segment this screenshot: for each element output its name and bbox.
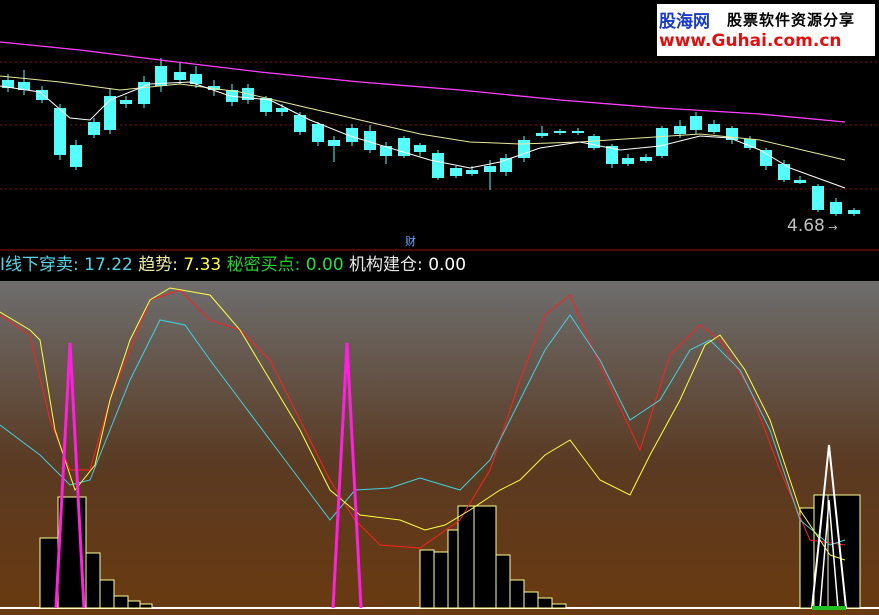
histogram-bar — [457, 505, 475, 609]
candle-body-down — [138, 82, 150, 104]
candle-body-down — [572, 131, 584, 133]
histogram-bar — [473, 505, 497, 609]
candle-body-down — [414, 145, 426, 152]
indicator-label-sell: I线下穿卖: — [0, 255, 85, 275]
stock-chart-window: 股海网 股票软件资源分享 www.Guhai.com.cn 4.68 → 财 I… — [0, 0, 879, 615]
candle-body-down — [450, 168, 462, 176]
histogram-bar — [551, 603, 567, 609]
candle-body-down — [622, 158, 634, 164]
candle-body-down — [104, 96, 116, 130]
histogram-bar — [799, 507, 815, 609]
watermark-brand: 股海网 — [659, 12, 710, 32]
candle-body-down — [794, 180, 806, 183]
histogram-bar — [495, 554, 511, 609]
candle-body-down — [812, 186, 824, 210]
ma-fast-line — [0, 81, 846, 189]
indicator-value-sell: 17.22 — [84, 255, 133, 275]
histogram-bar — [419, 549, 435, 609]
last-price-label: 4.68 → — [787, 216, 838, 236]
histogram-bar — [139, 603, 153, 609]
moving-averages — [0, 41, 846, 189]
candle-body-down — [466, 170, 478, 174]
candle-body-down — [120, 100, 132, 104]
candle-body-down — [830, 202, 842, 214]
candle-body-down — [848, 210, 860, 214]
candle-body-down — [744, 139, 756, 148]
candle-body-down — [640, 157, 652, 161]
candle-body-down — [380, 146, 392, 156]
histogram-bar — [447, 529, 459, 609]
histogram-bar — [509, 579, 525, 609]
candle-body-down — [674, 126, 686, 134]
candle-body-down — [54, 108, 66, 155]
indicator-label-buy-point: 秘密买点: — [226, 255, 306, 275]
histogram-bar — [99, 579, 115, 609]
indicator-value-trend: 7.33 — [183, 255, 222, 275]
histogram-bar — [113, 595, 129, 609]
candle-body-down — [174, 72, 186, 80]
candle-body-down — [312, 124, 324, 142]
finance-marker-icon[interactable]: 财 — [405, 233, 416, 249]
watermark-tagline: 股票软件资源分享 — [727, 11, 856, 29]
candle-body-down — [588, 136, 600, 148]
histogram-bar — [85, 552, 101, 609]
histogram-bar — [127, 600, 141, 609]
histogram-bar — [433, 551, 449, 609]
indicator-label-trend: 趋势: — [138, 255, 184, 275]
candle-body-down — [760, 150, 772, 166]
histogram-bar — [537, 597, 553, 609]
indicator-readout-bar: I线下穿卖: 17.22 趋势: 7.33 秘密买点: 0.00 机构建仓: 0… — [0, 252, 466, 278]
indicator-label-institution: 机构建仓: — [349, 255, 429, 275]
candle-body-down — [88, 122, 100, 135]
guhai-watermark-logo: 股海网 股票软件资源分享 www.Guhai.com.cn — [657, 4, 875, 56]
candle-body-down — [484, 166, 496, 172]
candle-body-down — [432, 153, 444, 178]
candle-body-down — [536, 133, 548, 136]
candle-body-down — [656, 128, 668, 156]
candle-body-down — [708, 124, 720, 132]
histogram-bar — [523, 591, 539, 609]
chart-canvas[interactable] — [0, 0, 879, 615]
indicator-value-buy-point: 0.00 — [305, 255, 344, 275]
candle-body-down — [554, 131, 566, 133]
candle-body-down — [328, 140, 340, 146]
candle-body-down — [690, 116, 702, 130]
indicator-value-institution: 0.00 — [428, 255, 467, 275]
candle-body-down — [70, 145, 82, 167]
watermark-url: www.Guhai.com.cn — [659, 31, 842, 51]
